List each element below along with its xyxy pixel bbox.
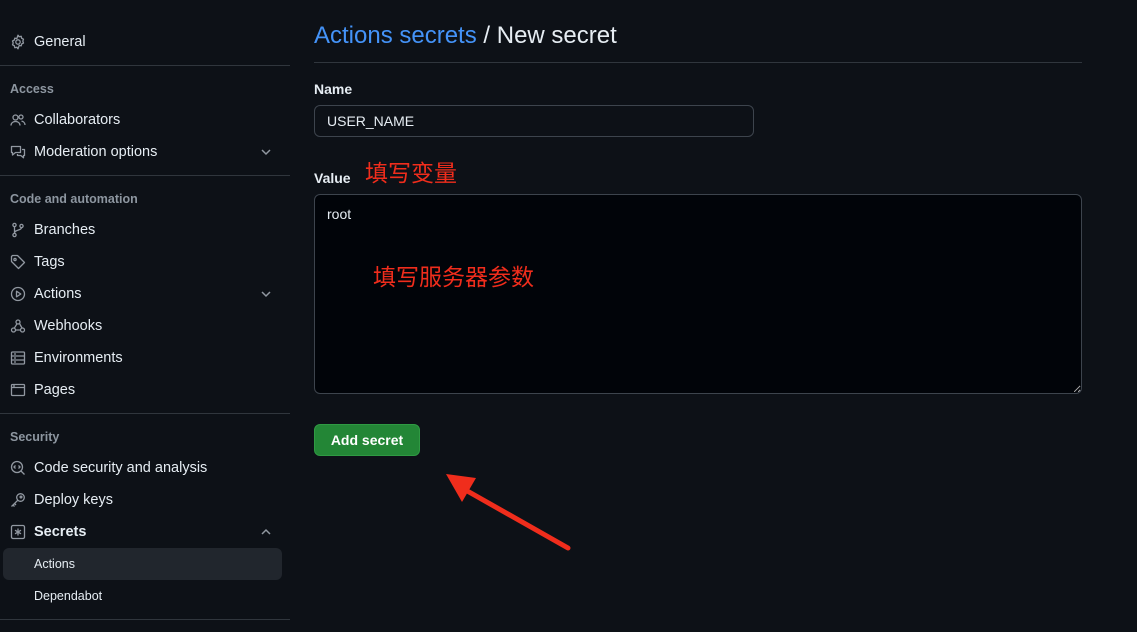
annotation-arrow-icon [446, 474, 571, 551]
secret-name-input[interactable] [314, 105, 754, 137]
sidebar-item-pages[interactable]: Pages [0, 374, 290, 406]
breadcrumb-separator: / [476, 22, 497, 49]
sidebar-item-moderation[interactable]: Moderation options [0, 136, 290, 168]
section-heading-access: Access [10, 82, 54, 96]
annotation-variable-note: 填写变量 [365, 161, 457, 187]
sidebar-divider [0, 413, 290, 414]
section-heading-security: Security [10, 430, 60, 444]
sidebar-divider [0, 175, 290, 176]
sidebar-divider [0, 65, 290, 66]
add-secret-button[interactable]: Add secret [314, 424, 420, 456]
sidebar-item-general[interactable]: General [0, 26, 290, 58]
sidebar-item-label: Moderation options [34, 144, 158, 160]
sidebar-item-label: Deploy keys [34, 492, 113, 508]
browser-icon [10, 382, 26, 398]
sidebar-item-webhooks[interactable]: Webhooks [0, 310, 290, 342]
sidebar-item-label: Actions [34, 286, 82, 302]
sidebar-subitem-secrets-actions[interactable]: Actions [3, 548, 282, 580]
value-label: Value [314, 170, 351, 186]
sidebar-item-deploy-keys[interactable]: Deploy keys [0, 484, 290, 516]
codescan-icon [10, 460, 26, 476]
sidebar-item-collaborators[interactable]: Collaborators [0, 104, 290, 136]
sidebar-item-branches[interactable]: Branches [0, 214, 290, 246]
sidebar-item-label: Collaborators [34, 112, 121, 128]
server-icon [10, 350, 26, 366]
asterisk-icon [10, 524, 26, 540]
sidebar-item-secrets[interactable]: Secrets [0, 516, 290, 548]
breadcrumb-current: New secret [496, 22, 617, 49]
comment-discussion-icon [10, 144, 26, 160]
play-icon [10, 286, 26, 302]
sidebar-item-label: Code security and analysis [34, 460, 208, 476]
people-icon [10, 112, 26, 128]
sidebar-item-label: Secrets [34, 524, 87, 540]
sidebar-item-actions[interactable]: Actions [0, 278, 290, 310]
section-heading-code-automation: Code and automation [10, 192, 138, 206]
webhook-icon [10, 318, 26, 334]
title-divider [314, 62, 1082, 63]
name-label: Name [314, 81, 353, 97]
annotation-param-note: 填写服务器参数 [373, 265, 534, 291]
sidebar-subitem-secrets-dependabot[interactable]: Dependabot [3, 580, 282, 612]
page-title: Actions secrets / New secret [314, 22, 617, 50]
key-icon [10, 492, 26, 508]
secret-value-textarea[interactable]: root [314, 194, 1082, 394]
chevron-down-icon[interactable] [258, 144, 274, 160]
sidebar-divider [0, 619, 290, 620]
sidebar-item-label: Pages [34, 382, 76, 398]
sidebar-item-label: Branches [34, 222, 96, 238]
sidebar-item-environments[interactable]: Environments [0, 342, 290, 374]
tag-icon [10, 254, 26, 270]
chevron-up-icon[interactable] [258, 524, 274, 540]
sidebar-item-code-security[interactable]: Code security and analysis [0, 452, 290, 484]
sidebar-item-label: Tags [34, 254, 65, 270]
settings-sidebar: General Access Collaborators Moderation … [0, 0, 290, 632]
sidebar-item-label: Environments [34, 350, 123, 366]
sidebar-item-label: Webhooks [34, 318, 103, 334]
sidebar-item-label: General [34, 34, 86, 50]
gear-icon [10, 34, 26, 50]
sidebar-item-tags[interactable]: Tags [0, 246, 290, 278]
sidebar-subitem-label: Actions [34, 557, 75, 571]
sidebar-subitem-label: Dependabot [34, 589, 103, 603]
new-secret-form: Actions secrets / New secret Name Value … [314, 0, 1082, 632]
chevron-down-icon[interactable] [258, 286, 274, 302]
git-branch-icon [10, 222, 26, 238]
breadcrumb-link-actions-secrets[interactable]: Actions secrets [314, 22, 477, 49]
